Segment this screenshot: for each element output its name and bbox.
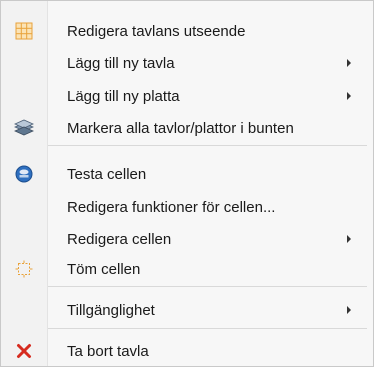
menu-item-label: Tillgänglighet: [67, 301, 155, 319]
menu-item-label: Markera alla tavlor/plattor i bunten: [67, 119, 294, 137]
delete-icon: [1, 335, 47, 367]
menu-separator: [48, 328, 367, 329]
context-menu: Redigera tavlans utseende Lägg till ny t…: [0, 0, 374, 367]
menu-item-edit-cell[interactable]: Redigera cellen: [1, 223, 373, 255]
menu-item-edit-cell-functions[interactable]: Redigera funktioner för cellen...: [1, 191, 373, 223]
play-icon: [1, 158, 47, 190]
menu-item-test-cell[interactable]: Testa cellen: [1, 158, 373, 190]
submenu-arrow-icon: [347, 235, 351, 243]
menu-separator: [48, 286, 367, 287]
submenu-arrow-icon: [347, 92, 351, 100]
menu-item-edit-board-appearance[interactable]: Redigera tavlans utseende: [1, 15, 373, 47]
submenu-arrow-icon: [347, 59, 351, 67]
menu-item-label: Redigera funktioner för cellen...: [67, 198, 276, 216]
menu-item-label: Ta bort tavla: [67, 342, 149, 360]
stack-icon: [1, 112, 47, 144]
menu-item-clear-cell[interactable]: Töm cellen: [1, 253, 373, 285]
menu-separator: [48, 145, 367, 146]
menu-item-add-new-tile[interactable]: Lägg till ny platta: [1, 80, 373, 112]
menu-item-select-all-in-stack[interactable]: Markera alla tavlor/plattor i bunten: [1, 112, 373, 144]
submenu-arrow-icon: [347, 306, 351, 314]
menu-item-label: Lägg till ny platta: [67, 87, 180, 105]
grid-icon: [1, 15, 47, 47]
menu-item-label: Redigera tavlans utseende: [67, 22, 246, 40]
menu-item-label: Testa cellen: [67, 165, 147, 183]
menu-item-label: Redigera cellen: [67, 230, 172, 248]
menu-item-label: Töm cellen: [67, 260, 141, 278]
menu-item-add-new-board[interactable]: Lägg till ny tavla: [1, 47, 373, 79]
clear-cell-icon: [1, 253, 47, 285]
menu-item-delete-board[interactable]: Ta bort tavla: [1, 335, 373, 367]
menu-item-label: Lägg till ny tavla: [67, 54, 175, 72]
menu-item-accessibility[interactable]: Tillgänglighet: [1, 294, 373, 326]
